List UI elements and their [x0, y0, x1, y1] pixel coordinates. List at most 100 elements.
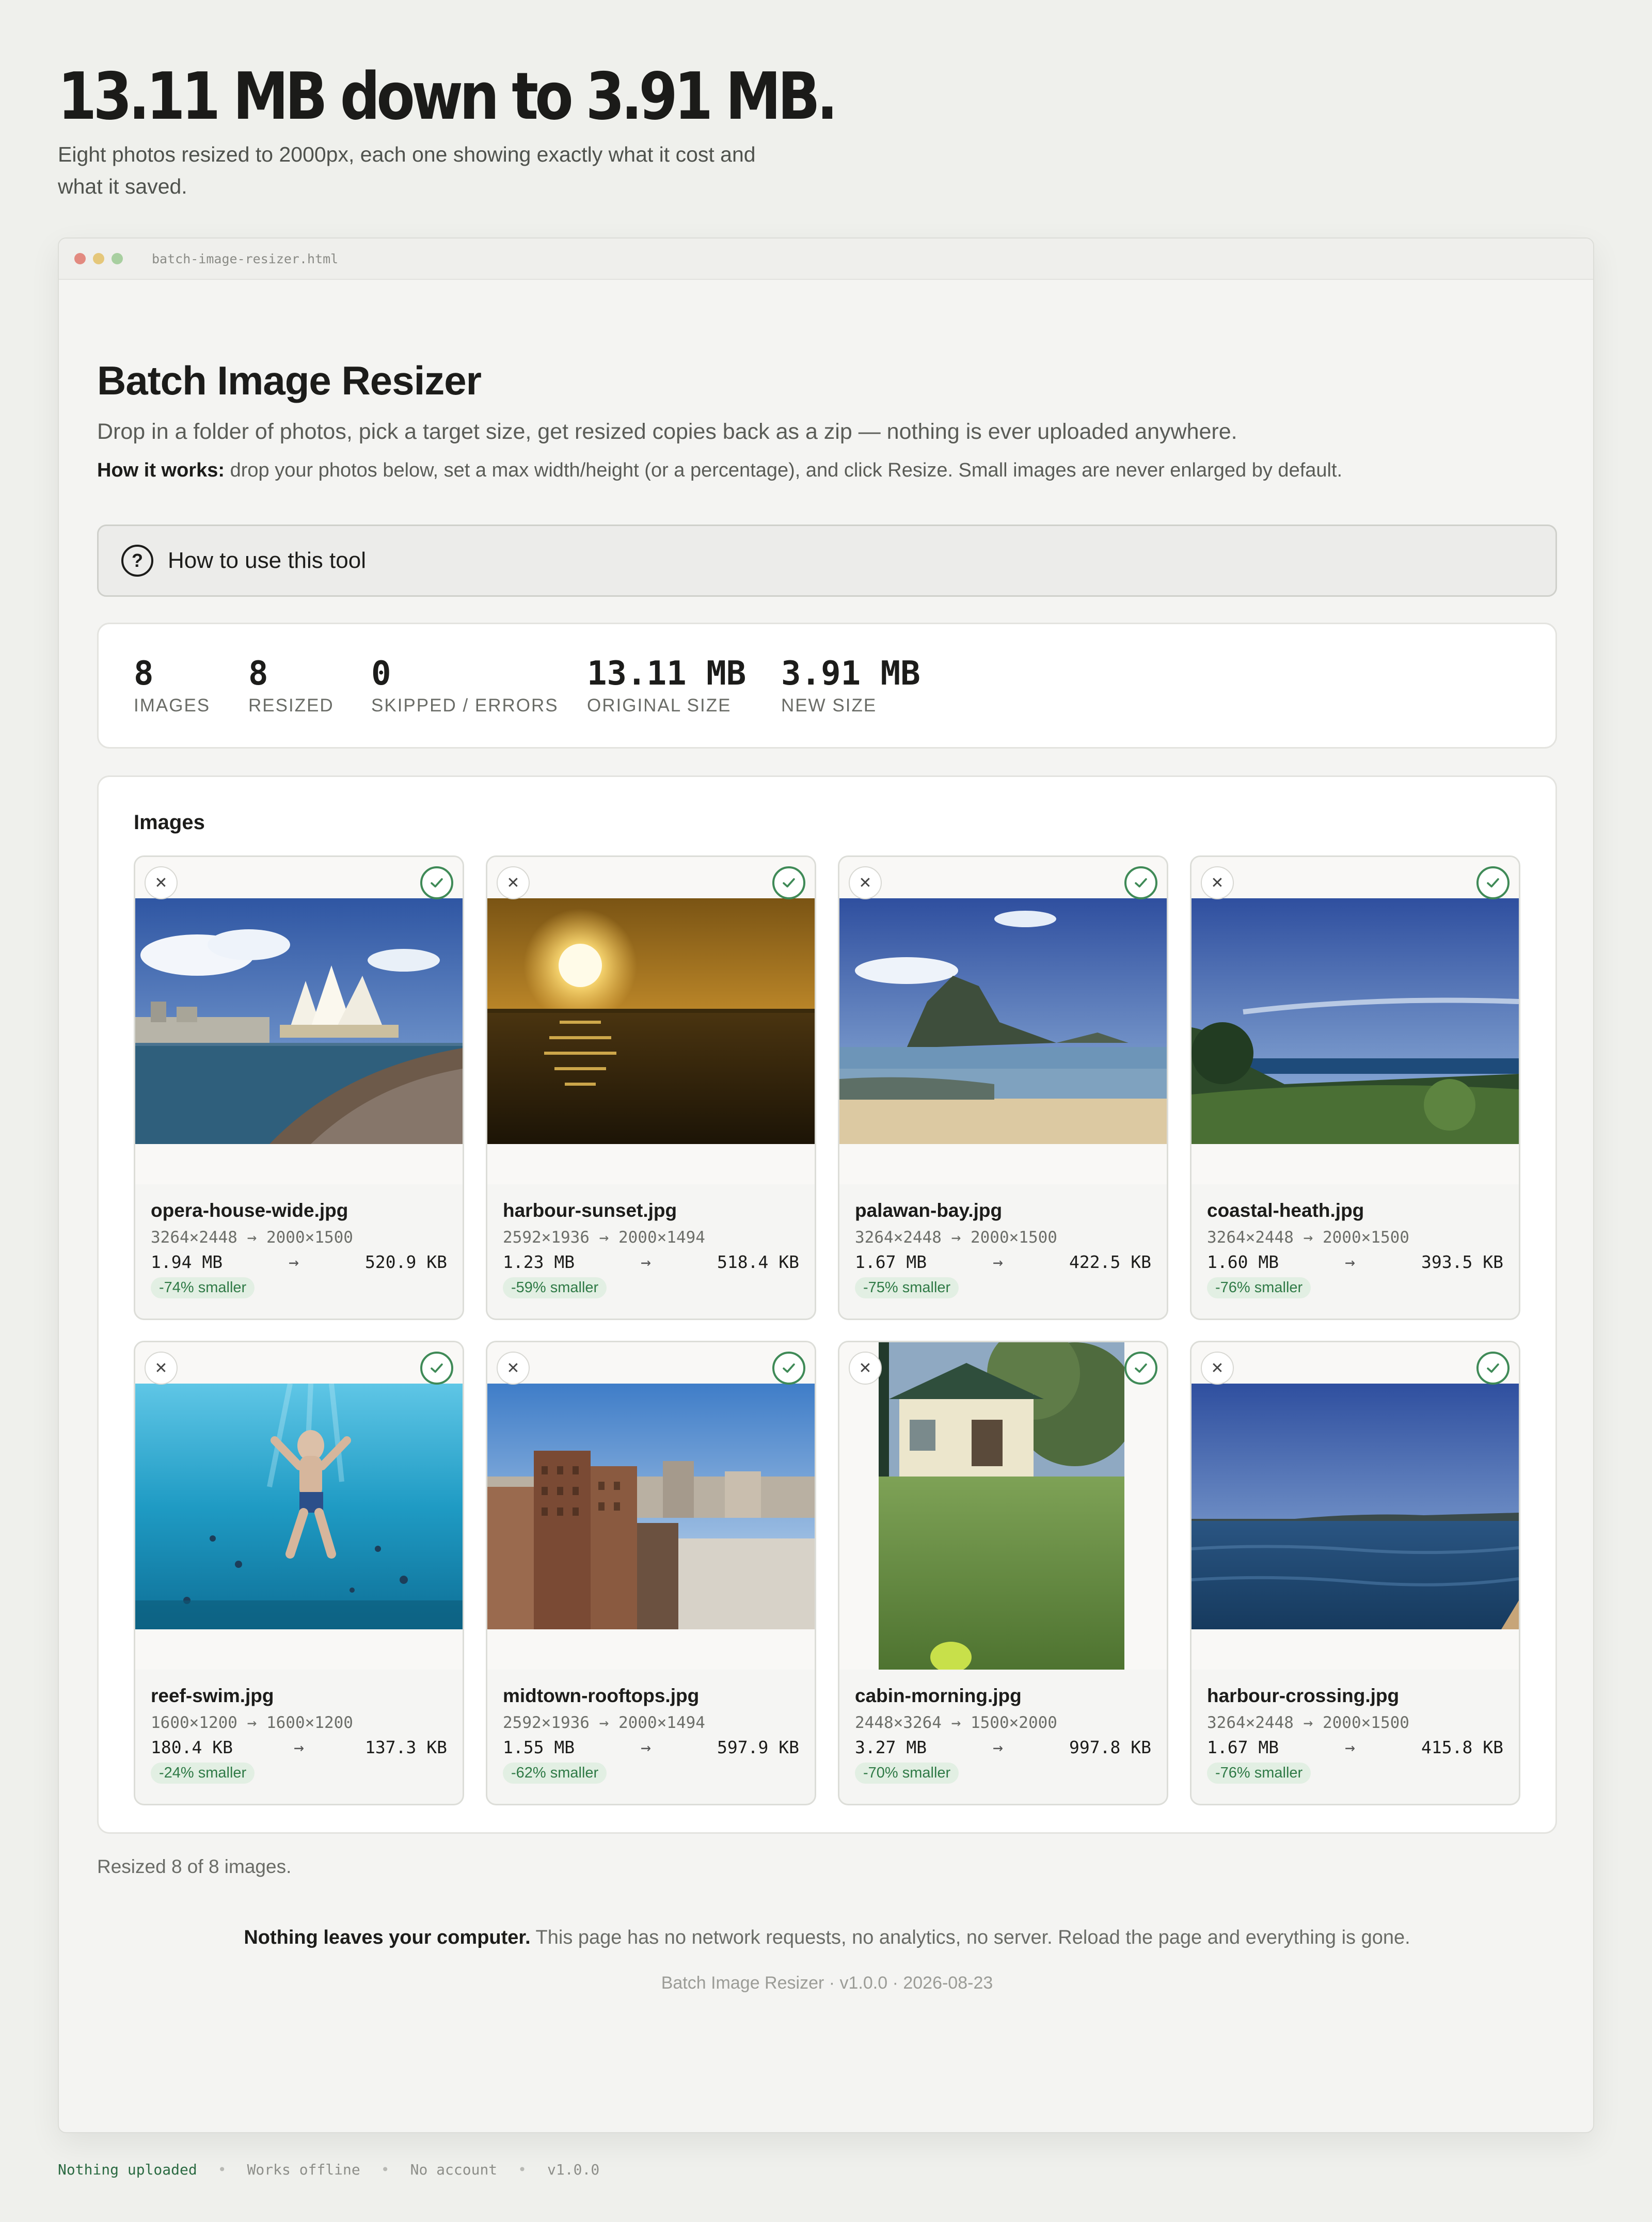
photo-palawan-bay: [839, 898, 1167, 1144]
size-new: 597.9 KB: [717, 1737, 799, 1757]
size-new: 415.8 KB: [1421, 1737, 1503, 1757]
photo-reef-swim: [135, 1384, 463, 1629]
arrow-right-icon: →: [641, 1252, 651, 1272]
arrow-right-icon: →: [294, 1737, 304, 1757]
hero: 13.11 MB down to 3.91 MB. Eight photos r…: [58, 58, 838, 202]
image-dimensions: 3264×2448 → 2000×1500: [1207, 1713, 1409, 1732]
footer-bar: Nothing uploaded • Works offline • No ac…: [58, 2161, 599, 2178]
window-close-dot[interactable]: [74, 253, 86, 264]
image-dimensions: 2448×3264 → 1500×2000: [855, 1713, 1057, 1732]
image-sizes: 1.55 MB → 597.9 KB: [503, 1735, 799, 1760]
footer-separator: •: [518, 2161, 527, 2178]
image-card[interactable]: ✕ harbour-crossing.jpg 3264×2448 → 2000×…: [1190, 1341, 1520, 1805]
stat-new-value: 3.91 MB: [781, 655, 920, 693]
remove-image-button[interactable]: ✕: [1201, 866, 1234, 899]
check-icon: [420, 866, 453, 899]
arrow-right-icon: →: [993, 1737, 1003, 1757]
stat-new-size: 3.91 MB NEW SIZE: [781, 654, 920, 716]
remove-image-button[interactable]: ✕: [145, 866, 178, 899]
photo-harbour-crossing: [1192, 1384, 1519, 1629]
image-filename: harbour-sunset.jpg: [503, 1200, 677, 1221]
size-original: 1.67 MB: [1207, 1737, 1279, 1757]
image-meta: cabin-morning.jpg 2448×3264 → 1500×2000 …: [855, 1683, 1151, 1784]
photo-opera-house: [135, 898, 463, 1144]
image-filename: opera-house-wide.jpg: [151, 1200, 348, 1221]
app-title: Batch Image Resizer: [97, 358, 482, 403]
remove-image-button[interactable]: ✕: [145, 1352, 178, 1385]
check-icon: [772, 866, 805, 899]
image-filename: coastal-heath.jpg: [1207, 1200, 1364, 1221]
image-preview: ✕: [135, 857, 463, 1184]
stat-original-label: ORIGINAL SIZE: [587, 695, 732, 716]
image-card[interactable]: ✕ midtown-rooftops.jpg 2592×1936 → 2000×…: [486, 1341, 816, 1805]
size-new: 422.5 KB: [1069, 1252, 1151, 1272]
image-dimensions: 3264×2448 → 2000×1500: [1207, 1228, 1409, 1247]
photo-midtown-rooftops: [487, 1384, 815, 1629]
size-new: 393.5 KB: [1421, 1252, 1503, 1272]
arrow-right-icon: →: [1345, 1252, 1355, 1272]
image-card[interactable]: ✕ harbour-sunset.jpg 2592×1936 → 2000×14…: [486, 855, 816, 1320]
stat-skipped-label: SKIPPED / ERRORS: [371, 695, 559, 716]
image-meta: reef-swim.jpg 1600×1200 → 1600×1200 180.…: [151, 1683, 447, 1784]
image-sizes: 3.27 MB → 997.8 KB: [855, 1735, 1151, 1760]
image-meta: harbour-sunset.jpg 2592×1936 → 2000×1494…: [503, 1198, 799, 1298]
stat-original-value: 13.11 MB: [587, 655, 746, 693]
image-preview: ✕: [1192, 1342, 1519, 1670]
remove-image-button[interactable]: ✕: [1201, 1352, 1234, 1385]
how-to-use-toggle[interactable]: ? How to use this tool: [97, 525, 1557, 597]
images-panel: Images ✕ opera-house-wide.jpg 3264×2448 …: [97, 775, 1557, 1834]
stat-skipped-value: 0: [371, 655, 391, 693]
image-sizes: 1.67 MB → 415.8 KB: [1207, 1735, 1503, 1760]
arrow-right-icon: →: [1345, 1737, 1355, 1757]
photo-coastal-heath: [1192, 898, 1519, 1144]
savings-badge: -76% smaller: [1207, 1277, 1311, 1298]
footer-item-version: v1.0.0: [547, 2161, 600, 2178]
image-filename: reef-swim.jpg: [151, 1685, 274, 1706]
how-it-works-text: drop your photos below, set a max width/…: [225, 459, 1343, 481]
size-original: 1.94 MB: [151, 1252, 223, 1272]
image-meta: coastal-heath.jpg 3264×2448 → 2000×1500 …: [1207, 1198, 1503, 1298]
image-card[interactable]: ✕ cabin-morning.jpg 2448×3264 → 1500×200…: [838, 1341, 1168, 1805]
how-it-works-label: How it works:: [97, 459, 225, 481]
size-new: 518.4 KB: [717, 1252, 799, 1272]
image-card[interactable]: ✕ coastal-heath.jpg 3264×2448 → 2000×150…: [1190, 855, 1520, 1320]
photo-cabin-morning: [879, 1342, 1124, 1670]
image-sizes: 1.94 MB → 520.9 KB: [151, 1249, 447, 1275]
stat-new-label: NEW SIZE: [781, 695, 877, 716]
check-icon: [1124, 1352, 1157, 1385]
image-preview: ✕: [839, 857, 1167, 1184]
savings-badge: -75% smaller: [855, 1277, 959, 1298]
image-filename: midtown-rooftops.jpg: [503, 1685, 700, 1706]
help-circle-icon: ?: [121, 545, 153, 577]
window-minimize-dot[interactable]: [93, 253, 104, 264]
remove-image-button[interactable]: ✕: [849, 866, 882, 899]
privacy-note: Nothing leaves your computer. This page …: [97, 1927, 1557, 1949]
how-to-use-label: How to use this tool: [168, 548, 366, 573]
footer-item-nothing-uploaded: Nothing uploaded: [58, 2161, 197, 2178]
privacy-text: This page has no network requests, no an…: [530, 1927, 1410, 1948]
image-preview: ✕: [487, 857, 815, 1184]
how-it-works: How it works: drop your photos below, se…: [97, 459, 1342, 482]
image-card[interactable]: ✕ palawan-bay.jpg 3264×2448 → 2000×1500 …: [838, 855, 1168, 1320]
remove-image-button[interactable]: ✕: [497, 866, 530, 899]
privacy-bold: Nothing leaves your computer.: [244, 1927, 531, 1948]
size-new: 137.3 KB: [365, 1737, 447, 1757]
remove-image-button[interactable]: ✕: [849, 1352, 882, 1385]
savings-badge: -74% smaller: [151, 1277, 255, 1298]
stat-skipped: 0 SKIPPED / ERRORS: [371, 654, 559, 716]
image-card[interactable]: ✕ opera-house-wide.jpg 3264×2448 → 2000×…: [134, 855, 464, 1320]
app-description: Drop in a folder of photos, pick a targe…: [97, 419, 1237, 444]
savings-badge: -24% smaller: [151, 1763, 255, 1784]
stats-panel: 8 IMAGES 8 RESIZED 0 SKIPPED / ERRORS 13…: [97, 623, 1557, 749]
arrow-right-icon: →: [641, 1737, 651, 1757]
images-title: Images: [134, 811, 205, 834]
remove-image-button[interactable]: ✕: [497, 1352, 530, 1385]
stat-resized: 8 RESIZED: [248, 654, 334, 716]
window-filename: batch-image-resizer.html: [152, 251, 339, 266]
version-line: Batch Image Resizer · v1.0.0 · 2026-08-2…: [661, 1973, 993, 1993]
window-maximize-dot[interactable]: [112, 253, 123, 264]
arrow-right-icon: →: [993, 1252, 1003, 1272]
size-original: 1.23 MB: [503, 1252, 575, 1272]
image-card[interactable]: ✕ reef-swim.jpg 1600×1200 → 1600×1200 18…: [134, 1341, 464, 1805]
stat-resized-value: 8: [248, 655, 268, 693]
